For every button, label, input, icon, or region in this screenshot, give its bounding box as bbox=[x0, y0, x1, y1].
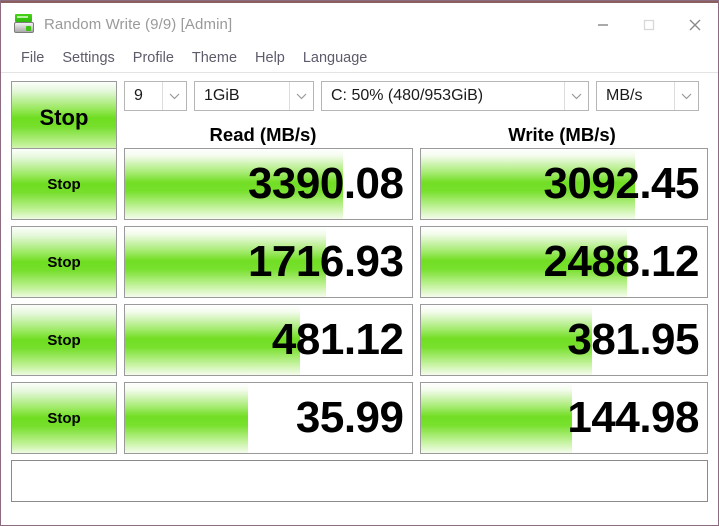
test-size-value: 1GiB bbox=[204, 87, 240, 104]
menu-item-file[interactable]: File bbox=[12, 48, 53, 69]
close-icon bbox=[689, 19, 701, 31]
menu-bar: File Settings Profile Theme Help Languag… bbox=[1, 45, 718, 73]
target-drive-value: C: 50% (480/953GiB) bbox=[331, 87, 484, 104]
row-stop-button[interactable]: Stop bbox=[11, 226, 117, 298]
test-count-combobox[interactable]: 9 bbox=[124, 81, 187, 111]
title-bar: Random Write (9/9) [Admin] bbox=[1, 1, 718, 45]
status-box bbox=[11, 460, 708, 502]
maximize-icon bbox=[643, 19, 655, 31]
test-count-value: 9 bbox=[134, 87, 143, 104]
window-title: Random Write (9/9) [Admin] bbox=[44, 15, 233, 33]
chevron-down-icon bbox=[674, 82, 698, 110]
menu-item-help[interactable]: Help bbox=[246, 48, 294, 69]
row-stop-button[interactable]: Stop bbox=[11, 148, 117, 220]
write-value-cell[interactable]: 381.95 bbox=[419, 304, 708, 376]
write-value: 3092.45 bbox=[543, 159, 699, 208]
menu-item-theme[interactable]: Theme bbox=[183, 48, 246, 69]
read-value: 3390.08 bbox=[247, 159, 404, 208]
write-value-cell[interactable]: 3092.45 bbox=[419, 148, 708, 220]
write-column-header: Write (MB/s) bbox=[508, 123, 616, 145]
row-stop-button[interactable]: Stop bbox=[11, 304, 117, 376]
all-stop-button[interactable]: Stop bbox=[11, 81, 117, 155]
read-value-cell[interactable]: 35.99 bbox=[124, 382, 413, 454]
window-controls bbox=[580, 3, 718, 47]
table-row: Stop 481.12 381.95 bbox=[11, 304, 708, 376]
table-row: Stop 35.99 144.98 bbox=[11, 382, 708, 454]
main-content: Stop 9 1GiB C: 50% (480/953GiB) MB/s Rea… bbox=[1, 73, 718, 502]
write-progress-fill bbox=[420, 383, 573, 453]
write-value-cell[interactable]: 2488.12 bbox=[419, 226, 708, 298]
close-button[interactable] bbox=[672, 3, 718, 47]
minimize-icon bbox=[598, 24, 608, 26]
menu-item-language[interactable]: Language bbox=[294, 48, 377, 69]
read-value-cell[interactable]: 481.12 bbox=[124, 304, 413, 376]
row-stop-button[interactable]: Stop bbox=[11, 382, 117, 454]
toolbar: Stop 9 1GiB C: 50% (480/953GiB) MB/s bbox=[11, 81, 708, 155]
read-value: 481.12 bbox=[271, 315, 404, 364]
minimize-button[interactable] bbox=[580, 3, 626, 47]
target-drive-combobox[interactable]: C: 50% (480/953GiB) bbox=[321, 81, 589, 111]
test-size-combobox[interactable]: 1GiB bbox=[194, 81, 314, 111]
write-value: 381.95 bbox=[567, 315, 699, 364]
maximize-button[interactable] bbox=[626, 3, 672, 47]
read-value-cell[interactable]: 3390.08 bbox=[124, 148, 413, 220]
disk-drive-icon bbox=[13, 13, 35, 35]
read-value: 1716.93 bbox=[247, 237, 404, 286]
chevron-down-icon bbox=[289, 82, 313, 110]
chevron-down-icon bbox=[162, 82, 186, 110]
unit-combobox[interactable]: MB/s bbox=[596, 81, 699, 111]
unit-value: MB/s bbox=[606, 87, 643, 104]
table-row: Stop 3390.08 3092.45 bbox=[11, 148, 708, 220]
read-value-cell[interactable]: 1716.93 bbox=[124, 226, 413, 298]
write-value: 144.98 bbox=[567, 393, 699, 442]
read-progress-fill bbox=[125, 383, 249, 453]
write-value-cell[interactable]: 144.98 bbox=[419, 382, 708, 454]
read-column-header: Read (MB/s) bbox=[209, 123, 317, 145]
table-row: Stop 1716.93 2488.12 bbox=[11, 226, 708, 298]
menu-item-settings[interactable]: Settings bbox=[53, 48, 123, 69]
menu-item-profile[interactable]: Profile bbox=[124, 48, 183, 69]
chevron-down-icon bbox=[564, 82, 588, 110]
results-table: Stop 3390.08 3092.45 Stop 1716.93 2488.1… bbox=[11, 148, 708, 454]
crystaldiskmark-window: Random Write (9/9) [Admin] File Settings… bbox=[0, 0, 719, 526]
read-value: 35.99 bbox=[295, 393, 404, 442]
write-value: 2488.12 bbox=[543, 237, 699, 286]
